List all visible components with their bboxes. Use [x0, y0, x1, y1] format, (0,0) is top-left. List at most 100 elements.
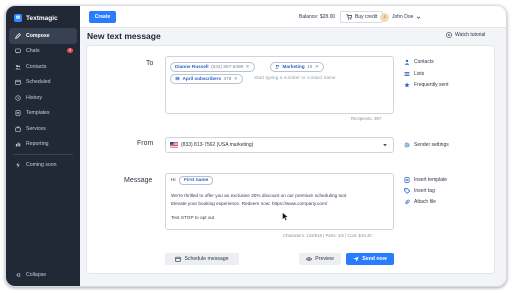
sidebar-item-label: Chats [26, 48, 40, 55]
eye-icon [306, 257, 313, 261]
reporting-icon [15, 141, 21, 147]
chip-detail: 18 [307, 64, 313, 70]
schedule-label: Schedule message [184, 256, 229, 262]
send-label: Send now [362, 256, 387, 262]
frequently-sent-link[interactable]: Frequently sent [404, 82, 448, 88]
services-icon [15, 126, 21, 132]
create-button[interactable]: Create [89, 11, 116, 23]
gear-icon [404, 142, 410, 148]
contact-icon [404, 59, 410, 65]
page-title: New text message [87, 31, 161, 41]
insert-template-label: Insert template [414, 177, 448, 183]
recipients-count[interactable]: Recipients: 397 [351, 116, 381, 121]
sidebar-item-label: Templates [26, 110, 50, 117]
chip-detail: (632) 857-6398 [211, 64, 244, 70]
chip-detail: 378 [223, 76, 232, 82]
watch-tutorial-link[interactable]: Watch tutorial [446, 32, 485, 38]
message-stats: Characters: 143/918 | Parts: 1/6 | Cost:… [283, 233, 372, 238]
preview-button[interactable]: Preview [299, 253, 341, 265]
message-text-line: We're thrilled to offer you an exclusive… [171, 193, 348, 198]
message-greeting: Hi [171, 178, 176, 183]
message-label: Message [124, 177, 153, 184]
recipient-chip[interactable]: April subscribers 378 ✕ [170, 74, 243, 84]
chip-name: Marketing [282, 64, 305, 70]
sidebar-nav: Compose Chats 4 Contacts Scheduled Histo… [9, 28, 77, 173]
sidebar-item-chats[interactable]: Chats 4 [9, 44, 77, 60]
close-icon[interactable]: ✕ [246, 64, 250, 70]
send-now-button[interactable]: Send now [346, 253, 394, 265]
mouse-cursor-icon [282, 212, 289, 221]
avatar: J [380, 12, 389, 22]
close-icon[interactable]: ✕ [315, 64, 319, 70]
sidebar-item-services[interactable]: Services [9, 121, 77, 137]
sidebar-item-label: Reporting [26, 141, 49, 148]
message-text-line: Text STOP to opt out [171, 215, 215, 220]
sidebar-item-label: Contacts [26, 63, 47, 70]
user-menu[interactable]: J John Doe [380, 11, 421, 23]
calendar-icon [15, 79, 21, 85]
us-flag-icon [170, 142, 178, 148]
close-icon[interactable]: ✕ [234, 76, 238, 82]
lists-link-label: Lists [414, 71, 425, 77]
templates-icon [15, 110, 21, 116]
attach-file-label: Attach file [414, 199, 436, 205]
history-icon [15, 95, 21, 101]
list-icon [175, 77, 180, 81]
buy-credit-button[interactable]: Buy credit [340, 11, 384, 23]
sidebar-item-label: Coming soon [26, 161, 57, 168]
sidebar-item-scheduled[interactable]: Scheduled [9, 75, 77, 91]
chip-name: April subscribers [182, 76, 222, 82]
unread-badge: 4 [66, 47, 73, 53]
insert-template-link[interactable]: Insert template [404, 177, 447, 183]
recipient-chip[interactable]: Dianne Russell (632) 857-6398 ✕ [170, 62, 255, 72]
sidebar-item-coming-soon[interactable]: Coming soon [9, 157, 77, 173]
template-icon [404, 177, 410, 183]
chevron-down-icon [417, 16, 421, 19]
collapse-label: Collapse [26, 272, 47, 278]
brand-logo[interactable]: ✉ Textmagic [14, 14, 58, 22]
first-name-tag[interactable]: First name [179, 176, 214, 185]
sidebar-item-label: Compose [26, 32, 50, 39]
sidebar-item-label: Services [26, 125, 46, 132]
sidebar-item-contacts[interactable]: Contacts [9, 59, 77, 75]
collapse-icon [15, 272, 21, 278]
sidebar-item-compose[interactable]: Compose [9, 28, 77, 44]
preview-label: Preview [315, 256, 334, 262]
sidebar-item-history[interactable]: History [9, 90, 77, 106]
brand-name: Textmagic [26, 14, 58, 22]
group-icon [275, 65, 280, 69]
schedule-message-button[interactable]: Schedule message [165, 253, 239, 265]
list-icon [404, 72, 410, 76]
paperclip-icon [404, 199, 410, 205]
recipient-chip[interactable]: Marketing 18 ✕ [270, 62, 324, 72]
tag-icon [404, 188, 410, 194]
frequently-sent-label: Frequently sent [414, 82, 449, 88]
insert-tag-link[interactable]: Insert tag [404, 188, 435, 194]
attach-file-link[interactable]: Attach file [404, 199, 436, 205]
recipients-input[interactable]: Start typing a number or contact name [254, 76, 336, 81]
balance-label: Balance: $28.00 [299, 14, 336, 20]
user-name: John Doe [392, 14, 414, 20]
cart-icon [346, 14, 352, 20]
from-label: From [137, 140, 154, 147]
top-bar: Create [80, 6, 506, 28]
contacts-link-label: Contacts [414, 59, 434, 65]
contacts-link[interactable]: Contacts [404, 59, 434, 65]
sidebar-item-reporting[interactable]: Reporting [9, 137, 77, 153]
dropdown-arrow-icon[interactable] [382, 142, 388, 148]
compose-icon [15, 32, 21, 39]
to-label: To [146, 60, 154, 67]
sidebar-item-label: Scheduled [26, 79, 51, 86]
sidebar: ✉ Textmagic Compose Chats 4 Contacts Sch… [6, 6, 80, 286]
star-icon [404, 82, 410, 88]
insert-tag-label: Insert tag [414, 188, 435, 194]
sender-settings-label: Sender settings [414, 142, 449, 148]
bolt-icon [15, 162, 21, 168]
collapse-button[interactable]: Collapse [15, 272, 46, 278]
send-icon [353, 256, 359, 262]
sender-settings-link[interactable]: Sender settings [404, 142, 449, 148]
sidebar-divider [13, 154, 73, 155]
contacts-icon [15, 64, 21, 70]
lists-link[interactable]: Lists [404, 71, 424, 77]
sidebar-item-templates[interactable]: Templates [9, 106, 77, 122]
